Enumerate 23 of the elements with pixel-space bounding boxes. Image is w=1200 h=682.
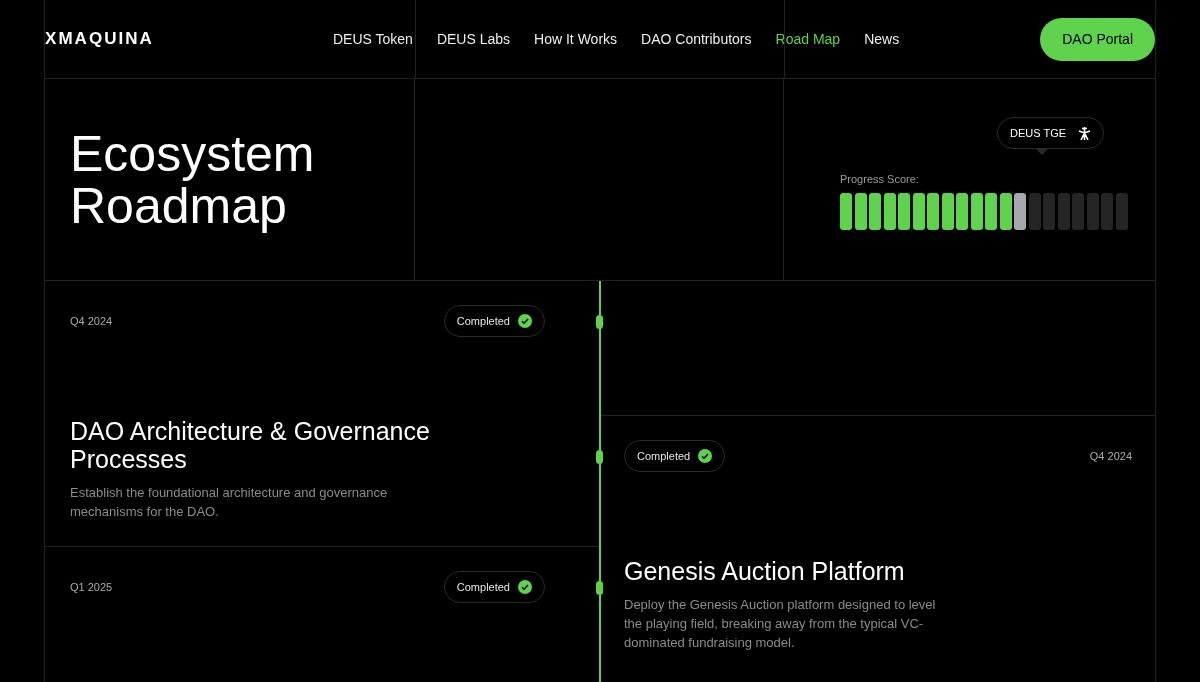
figure-icon <box>1078 126 1092 140</box>
nav-link[interactable]: Road Map <box>775 28 841 50</box>
page-title: Ecosystem Roadmap <box>70 127 316 232</box>
portal-button[interactable]: DAO Portal <box>1040 17 1155 61</box>
milestone-description: Deploy the Genesis Auction platform designed to level the playing field, breaking away from the typical VC-dominated fundraising model. <box>624 596 937 652</box>
check-icon <box>518 580 532 594</box>
nav-link[interactable]: News <box>864 28 900 50</box>
check-icon <box>518 314 532 328</box>
quarter-label: Q4 2024 <box>70 313 113 329</box>
milestone-title: DAO Architecture & Governance Processes <box>70 417 431 473</box>
nav-link[interactable]: DEUS Token <box>333 28 413 50</box>
milestone-tooltip: DEUS TGE <box>997 117 1105 149</box>
nav-link[interactable]: How It Works <box>534 28 618 50</box>
milestone-description: Establish the foundational architecture and governance mechanisms for the DAO. <box>70 484 389 521</box>
quarter-label: Q1 2025 <box>70 579 113 595</box>
nav-link[interactable]: DAO Contributors <box>641 28 752 50</box>
milestone-title: Genesis Auction Platform <box>624 557 906 585</box>
check-icon <box>698 449 713 463</box>
pointer-icon <box>1036 149 1048 155</box>
logo[interactable]: XMAQUINA <box>45 26 333 52</box>
quarter-label: Q4 2024 <box>1089 448 1132 464</box>
nav-link[interactable]: DEUS Labs <box>436 28 511 50</box>
progress-label: Progress Score: <box>840 171 919 187</box>
